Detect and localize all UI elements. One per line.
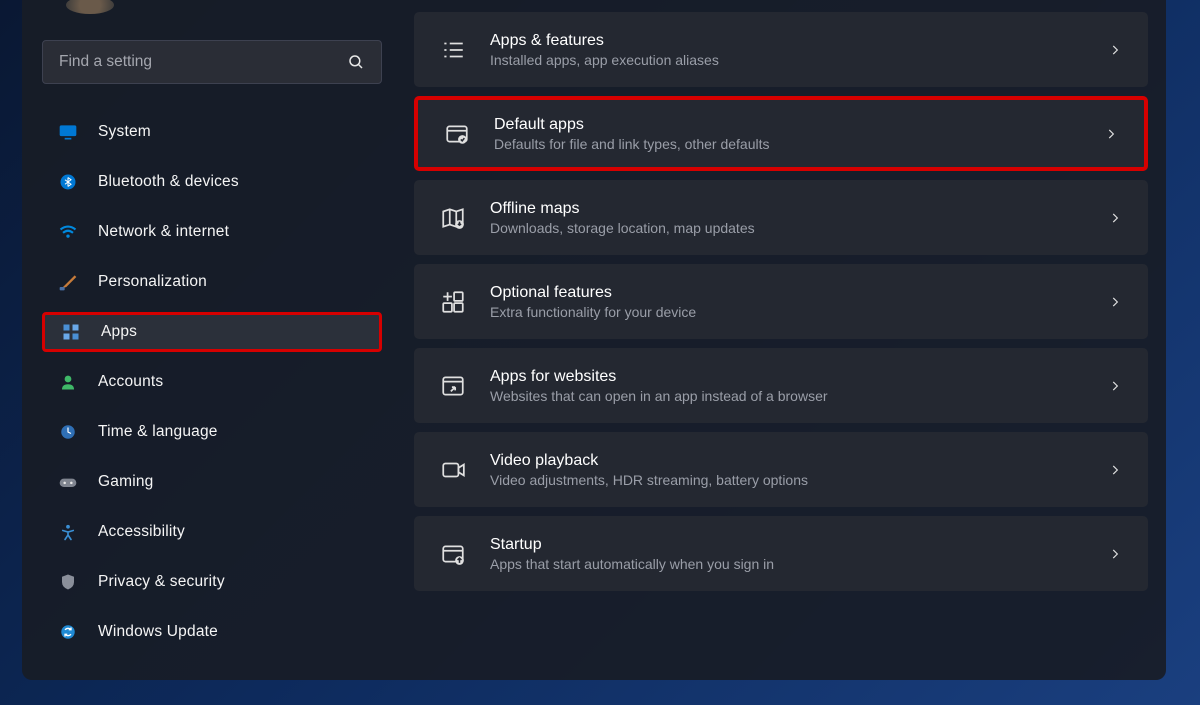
card-desc: Downloads, storage location, map updates [490, 220, 1108, 236]
sidebar-item-label: Apps [101, 323, 137, 341]
sidebar: System Bluetooth & devices Network & int… [22, 0, 410, 680]
card-offline-maps[interactable]: Offline maps Downloads, storage location… [414, 180, 1148, 255]
apps-grid-icon [61, 322, 81, 342]
sidebar-item-bluetooth[interactable]: Bluetooth & devices [42, 162, 382, 202]
window-link-icon [440, 373, 466, 399]
chevron-right-icon [1108, 43, 1122, 57]
avatar-row [42, 0, 382, 18]
card-text: Optional features Extra functionality fo… [490, 284, 1108, 320]
sidebar-item-label: Windows Update [98, 623, 218, 641]
search-box[interactable] [42, 40, 382, 84]
chevron-right-icon [1108, 547, 1122, 561]
card-apps-features[interactable]: Apps & features Installed apps, app exec… [414, 12, 1148, 87]
card-title: Offline maps [490, 200, 1108, 218]
sidebar-item-time[interactable]: Time & language [42, 412, 382, 452]
sidebar-item-label: Time & language [98, 423, 218, 441]
card-title: Apps & features [490, 32, 1108, 50]
list-icon [440, 37, 466, 63]
card-text: Apps for websites Websites that can open… [490, 368, 1108, 404]
card-text: Video playback Video adjustments, HDR st… [490, 452, 1108, 488]
video-icon [440, 457, 466, 483]
chevron-right-icon [1108, 295, 1122, 309]
card-desc: Apps that start automatically when you s… [490, 556, 1108, 572]
chevron-right-icon [1108, 463, 1122, 477]
sidebar-item-update[interactable]: Windows Update [42, 612, 382, 652]
card-title: Optional features [490, 284, 1108, 302]
card-title: Startup [490, 536, 1108, 554]
main-content: Apps & features Installed apps, app exec… [410, 0, 1166, 680]
sidebar-item-label: Accounts [98, 373, 163, 391]
bluetooth-icon [58, 172, 78, 192]
card-text: Startup Apps that start automatically wh… [490, 536, 1108, 572]
card-text: Default apps Defaults for file and link … [494, 116, 1104, 152]
paintbrush-icon [58, 272, 78, 292]
sidebar-item-network[interactable]: Network & internet [42, 212, 382, 252]
card-desc: Video adjustments, HDR streaming, batter… [490, 472, 1108, 488]
chevron-right-icon [1108, 211, 1122, 225]
sync-icon [58, 622, 78, 642]
person-icon [58, 372, 78, 392]
sidebar-item-system[interactable]: System [42, 112, 382, 152]
chevron-right-icon [1108, 379, 1122, 393]
shield-icon [58, 572, 78, 592]
sidebar-item-apps[interactable]: Apps [42, 312, 382, 352]
card-default-apps[interactable]: Default apps Defaults for file and link … [414, 96, 1148, 171]
sidebar-item-label: Network & internet [98, 223, 229, 241]
accessibility-icon [58, 522, 78, 542]
card-desc: Websites that can open in an app instead… [490, 388, 1108, 404]
sidebar-item-gaming[interactable]: Gaming [42, 462, 382, 502]
sidebar-item-accounts[interactable]: Accounts [42, 362, 382, 402]
user-avatar[interactable] [66, 0, 114, 14]
card-startup[interactable]: Startup Apps that start automatically wh… [414, 516, 1148, 591]
card-title: Apps for websites [490, 368, 1108, 386]
chevron-right-icon [1104, 127, 1118, 141]
map-icon [440, 205, 466, 231]
sidebar-item-label: System [98, 123, 151, 141]
wifi-icon [58, 222, 78, 242]
card-title: Video playback [490, 452, 1108, 470]
sidebar-item-privacy[interactable]: Privacy & security [42, 562, 382, 602]
card-title: Default apps [494, 116, 1104, 134]
card-desc: Installed apps, app execution aliases [490, 52, 1108, 68]
card-text: Offline maps Downloads, storage location… [490, 200, 1108, 236]
add-feature-icon [440, 289, 466, 315]
card-optional-features[interactable]: Optional features Extra functionality fo… [414, 264, 1148, 339]
search-input[interactable] [59, 53, 319, 71]
display-icon [58, 122, 78, 142]
nav-list: System Bluetooth & devices Network & int… [42, 112, 382, 662]
startup-icon [440, 541, 466, 567]
sidebar-item-personalization[interactable]: Personalization [42, 262, 382, 302]
card-apps-for-websites[interactable]: Apps for websites Websites that can open… [414, 348, 1148, 423]
search-icon [347, 53, 365, 71]
default-apps-icon [444, 121, 470, 147]
card-text: Apps & features Installed apps, app exec… [490, 32, 1108, 68]
sidebar-item-label: Gaming [98, 473, 153, 491]
sidebar-item-label: Personalization [98, 273, 207, 291]
clock-globe-icon [58, 422, 78, 442]
sidebar-item-label: Bluetooth & devices [98, 173, 239, 191]
sidebar-item-label: Accessibility [98, 523, 185, 541]
sidebar-item-label: Privacy & security [98, 573, 225, 591]
sidebar-item-accessibility[interactable]: Accessibility [42, 512, 382, 552]
card-desc: Defaults for file and link types, other … [494, 136, 1104, 152]
card-video-playback[interactable]: Video playback Video adjustments, HDR st… [414, 432, 1148, 507]
gamepad-icon [58, 472, 78, 492]
card-desc: Extra functionality for your device [490, 304, 1108, 320]
card-list: Apps & features Installed apps, app exec… [414, 12, 1148, 591]
settings-window: System Bluetooth & devices Network & int… [22, 0, 1166, 680]
